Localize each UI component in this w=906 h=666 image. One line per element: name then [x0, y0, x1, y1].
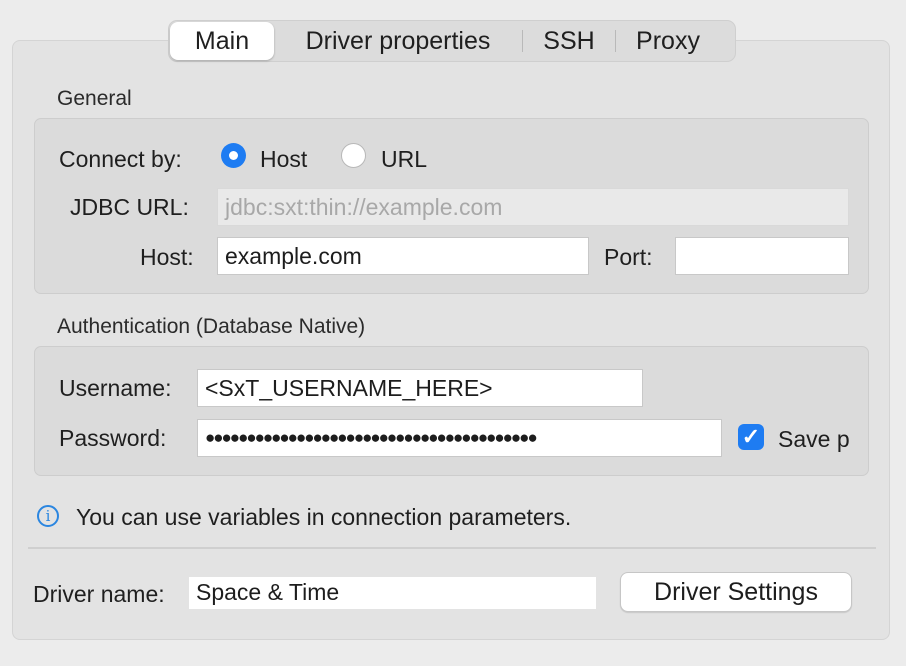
tab-ssh[interactable]: SSH	[523, 22, 615, 60]
divider	[28, 547, 876, 549]
save-password-checkbox[interactable]: ✓	[738, 424, 764, 450]
port-label: Port:	[604, 244, 653, 270]
connect-by-label: Connect by:	[59, 146, 182, 172]
username-input[interactable]: <SxT_USERNAME_HERE>	[197, 369, 643, 407]
url-radio[interactable]	[341, 143, 366, 168]
save-password-label[interactable]: Save p	[778, 426, 850, 453]
tab-bar: Main Driver properties SSH Proxy	[168, 20, 736, 62]
tab-proxy[interactable]: Proxy	[616, 22, 720, 60]
username-label: Username:	[59, 375, 172, 401]
general-section-title: General	[57, 87, 132, 110]
jdbc-url-field: jdbc:sxt:thin://example.com	[217, 188, 849, 226]
jdbc-url-label: JDBC URL:	[70, 194, 189, 220]
driver-settings-button[interactable]: Driver Settings	[620, 572, 852, 612]
host-radio-label[interactable]: Host	[260, 146, 307, 173]
host-radio[interactable]	[221, 143, 246, 168]
port-input[interactable]	[675, 237, 849, 275]
tab-main[interactable]: Main	[170, 22, 274, 60]
info-text: You can use variables in connection para…	[76, 504, 572, 530]
tab-driver-properties[interactable]: Driver properties	[274, 22, 522, 60]
driver-name-label: Driver name:	[33, 581, 165, 607]
driver-name-field: Space & Time	[189, 577, 596, 609]
info-icon: i	[37, 505, 59, 527]
host-label: Host:	[140, 244, 194, 270]
password-input[interactable]: ●●●●●●●●●●●●●●●●●●●●●●●●●●●●●●●●●●●●●●●●	[197, 419, 722, 457]
host-input[interactable]: example.com	[217, 237, 589, 275]
url-radio-label[interactable]: URL	[381, 146, 427, 173]
auth-section-title: Authentication (Database Native)	[57, 315, 366, 338]
password-label: Password:	[59, 425, 167, 451]
